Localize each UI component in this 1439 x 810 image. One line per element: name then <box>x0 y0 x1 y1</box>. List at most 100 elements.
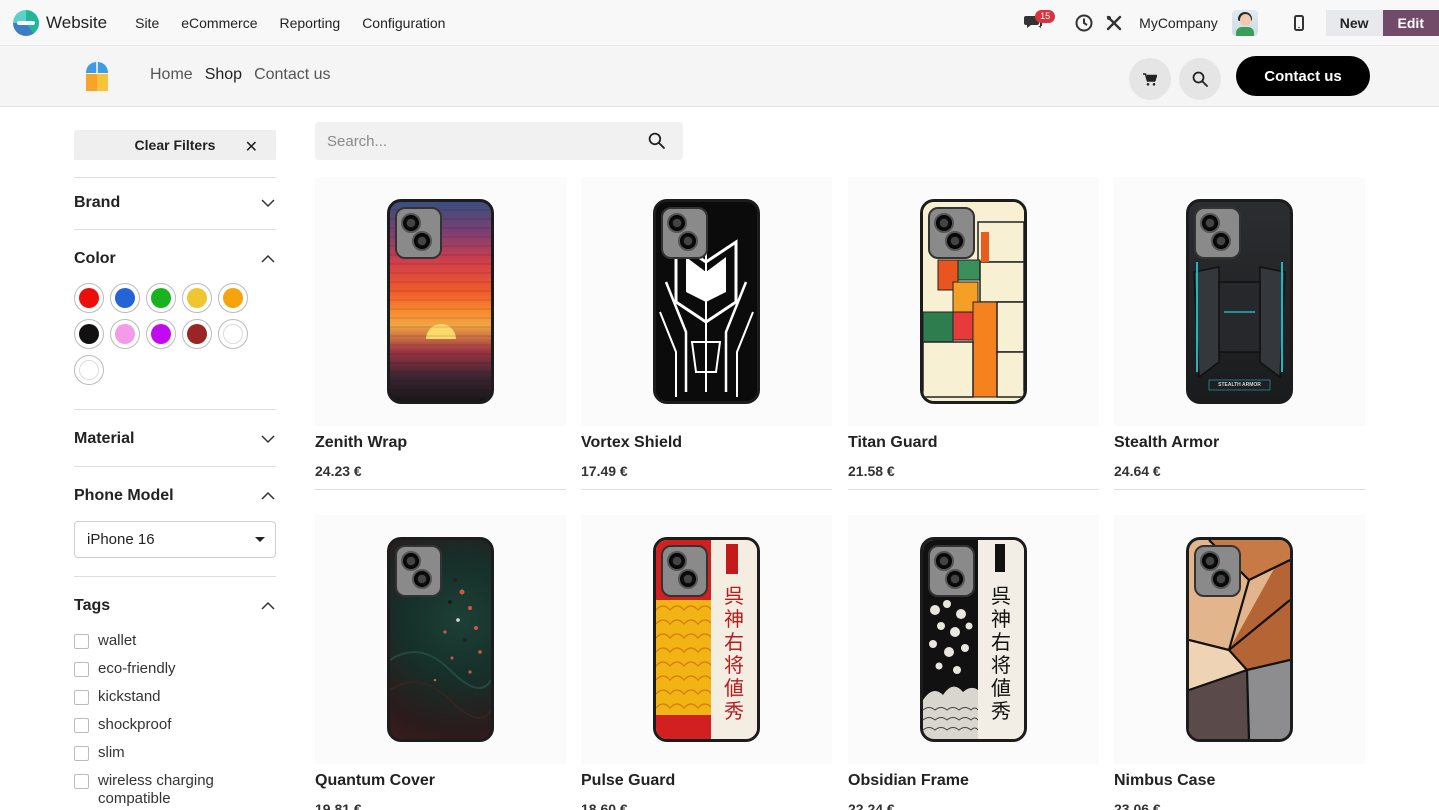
product-price: 24.23 € <box>315 463 362 479</box>
tag-option-wireless-charging[interactable]: wireless charging compatible <box>74 772 224 808</box>
product-name[interactable]: Pulse Guard <box>581 772 832 790</box>
debug-tools-button[interactable] <box>1099 8 1129 38</box>
color-dot <box>79 360 99 380</box>
chevron-down-icon <box>261 435 275 444</box>
product-name[interactable]: Obsidian Frame <box>848 772 1099 790</box>
nav-home[interactable]: Home <box>150 66 193 84</box>
color-swatch[interactable] <box>182 319 212 349</box>
site-logo[interactable] <box>85 61 109 92</box>
color-swatch[interactable] <box>146 319 176 349</box>
search-icon[interactable] <box>648 132 665 149</box>
website-app-logo[interactable]: Website <box>13 9 108 36</box>
tags-filter-header[interactable]: Tags <box>74 577 276 615</box>
activity-button[interactable] <box>1069 8 1099 38</box>
color-swatch[interactable] <box>74 283 104 313</box>
product-image[interactable] <box>1114 515 1365 764</box>
product-image[interactable] <box>848 177 1099 426</box>
phone-model-filter-header[interactable]: Phone Model <box>74 467 276 505</box>
color-dot <box>79 288 99 308</box>
product-name[interactable]: Nimbus Case <box>1114 772 1365 790</box>
product-card[interactable]: 呉神右将値秀 Pulse Guard 18.60 € <box>581 515 832 810</box>
color-swatch[interactable] <box>146 283 176 313</box>
product-image[interactable] <box>581 177 832 426</box>
shopping-cart-icon <box>1143 72 1157 86</box>
menu-site[interactable]: Site <box>129 15 165 31</box>
menu-ecommerce[interactable]: eCommerce <box>175 15 263 31</box>
color-filter-header[interactable]: Color <box>74 230 276 268</box>
product-name[interactable]: Zenith Wrap <box>315 434 566 452</box>
product-card[interactable]: Nimbus Case 23.06 € <box>1114 515 1365 810</box>
filters-sidebar: Clear Filters ✕ Brand Color Material Pho… <box>74 130 276 810</box>
color-dot <box>187 288 207 308</box>
checkbox[interactable] <box>74 718 89 733</box>
checkbox[interactable] <box>74 774 89 789</box>
checkbox[interactable] <box>74 662 89 677</box>
brand-filter-header[interactable]: Brand <box>74 178 276 212</box>
nav-contact-us[interactable]: Contact us <box>254 66 330 84</box>
product-name[interactable]: Vortex Shield <box>581 434 832 452</box>
product-name[interactable]: Titan Guard <box>848 434 1099 452</box>
company-switcher[interactable]: MyCompany <box>1139 15 1218 31</box>
color-swatch[interactable] <box>110 319 140 349</box>
checkbox[interactable] <box>74 746 89 761</box>
new-content-button[interactable]: New <box>1325 10 1383 36</box>
color-swatch[interactable] <box>74 319 104 349</box>
checkbox[interactable] <box>74 634 89 649</box>
website-app-icon <box>13 9 39 36</box>
chevron-up-icon <box>261 491 275 500</box>
color-swatch[interactable] <box>110 283 140 313</box>
discuss-button[interactable]: 15 <box>1019 8 1056 38</box>
tag-label: kickstand <box>98 688 161 705</box>
brand-filter: Brand <box>74 177 276 229</box>
checkbox[interactable] <box>74 690 89 705</box>
material-filter: Material <box>74 409 276 466</box>
user-avatar[interactable] <box>1231 10 1258 36</box>
product-card[interactable]: 呉神右将値秀 Obsidian Frame 22.24 € <box>848 515 1099 810</box>
cart-button[interactable] <box>1129 58 1171 100</box>
case-brand-text: STEALTH ARMOR <box>1218 382 1261 388</box>
camera-module <box>395 207 442 259</box>
kanji-text: 呉神右将値秀 <box>724 584 744 723</box>
tag-option-slim[interactable]: slim <box>74 744 276 762</box>
product-card[interactable]: Quantum Cover 19.81 € <box>315 515 566 810</box>
mobile-preview-button[interactable] <box>1284 8 1314 38</box>
product-image[interactable]: STEALTH ARMOR <box>1114 177 1365 426</box>
site-search-button[interactable] <box>1179 58 1221 100</box>
color-swatch[interactable] <box>74 355 104 385</box>
product-image[interactable] <box>315 515 566 764</box>
site-nav: Home Shop Contact us <box>150 66 343 84</box>
product-name[interactable]: Quantum Cover <box>315 772 566 790</box>
divider <box>848 489 1099 490</box>
phone-model-filter: Phone Model iPhone 16 <box>74 466 276 576</box>
admin-systray: 15 MyCompany New Edit <box>1019 0 1439 46</box>
clear-filters-button[interactable]: Clear Filters ✕ <box>74 130 276 160</box>
product-image[interactable]: 呉神右将値秀 <box>848 515 1099 764</box>
nav-shop[interactable]: Shop <box>205 66 242 84</box>
app-name: Website <box>46 12 108 32</box>
contact-us-button[interactable]: Contact us <box>1236 56 1370 96</box>
phone-model-select[interactable]: iPhone 16 <box>74 521 276 558</box>
tag-option-eco-friendly[interactable]: eco-friendly <box>74 660 276 678</box>
product-name[interactable]: Stealth Armor <box>1114 434 1365 452</box>
phone-model-selected: iPhone 16 <box>87 531 155 548</box>
quantum-cover-case <box>387 537 494 742</box>
product-card[interactable]: Titan Guard 21.58 € <box>848 177 1099 490</box>
clear-filters-label: Clear Filters <box>134 137 216 153</box>
menu-reporting[interactable]: Reporting <box>273 15 346 31</box>
site-header: Home Shop Contact us Contact us <box>0 46 1439 107</box>
product-card[interactable]: Vortex Shield 17.49 € <box>581 177 832 490</box>
tag-option-kickstand[interactable]: kickstand <box>74 688 276 706</box>
product-search-input[interactable] <box>327 132 637 150</box>
product-image[interactable] <box>315 177 566 426</box>
color-swatch[interactable] <box>182 283 212 313</box>
color-swatch[interactable] <box>218 283 248 313</box>
product-card[interactable]: STEALTH ARMOR Stealth Armor 24.64 € <box>1114 177 1365 490</box>
material-filter-header[interactable]: Material <box>74 410 276 448</box>
edit-page-button[interactable]: Edit <box>1382 10 1439 36</box>
tag-option-wallet[interactable]: wallet <box>74 632 276 650</box>
product-card[interactable]: Zenith Wrap 24.23 € <box>315 177 566 490</box>
tag-option-shockproof[interactable]: shockproof <box>74 716 276 734</box>
color-swatch[interactable] <box>218 319 248 349</box>
product-image[interactable]: 呉神右将値秀 <box>581 515 832 764</box>
menu-configuration[interactable]: Configuration <box>356 15 451 31</box>
